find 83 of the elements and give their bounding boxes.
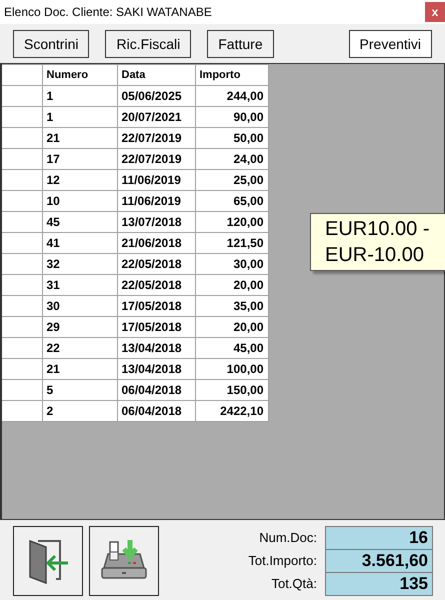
cash-register-button[interactable] (89, 526, 159, 596)
table-cell: 12 (42, 170, 117, 190)
column-header: Numero (42, 64, 117, 86)
table-cell: 22 (42, 338, 117, 358)
document-type-button[interactable]: Scontrini (13, 30, 90, 58)
total-value-field: 16 (325, 526, 433, 550)
table-cell: 1 (42, 86, 117, 106)
table-cell: 29 (42, 316, 117, 338)
table-cell: 90,00 (195, 106, 268, 128)
table-cell: 30,00 (195, 254, 268, 274)
row-header-cell[interactable] (2, 296, 42, 316)
table-cell: 13/04/2018 (117, 338, 195, 358)
table-cell: 45 (42, 212, 117, 232)
table-cell: 22/05/2018 (117, 274, 195, 296)
table-cell: 20,00 (195, 316, 268, 338)
column-header: Data (117, 64, 195, 86)
row-header-cell[interactable] (2, 316, 42, 338)
table-cell: 32 (42, 254, 117, 274)
document-type-button[interactable]: Ric.Fiscali (105, 30, 192, 58)
table-cell: 06/04/2018 (117, 380, 195, 400)
row-header-cell[interactable] (2, 380, 42, 400)
table-cell: 05/06/2025 (117, 86, 195, 106)
table-cell: 2422,10 (195, 400, 268, 422)
table-cell: 11/06/2019 (117, 170, 195, 190)
table-cell: 22/07/2019 (117, 128, 195, 148)
close-button[interactable]: x (425, 2, 445, 22)
row-header-cell[interactable] (2, 400, 42, 422)
table-cell: 10 (42, 190, 117, 212)
exit-button[interactable] (13, 526, 83, 596)
row-header-cell[interactable] (2, 170, 42, 190)
row-header-cell[interactable] (2, 128, 42, 148)
row-header-cell[interactable] (2, 190, 42, 212)
table-cell: 150,00 (195, 380, 268, 400)
table-cell: 25,00 (195, 170, 268, 190)
tooltip-text: EUR-10.00 (325, 243, 425, 268)
table-cell: 17 (42, 148, 117, 170)
table-cell: 65,00 (195, 190, 268, 212)
table-cell: 5 (42, 380, 117, 400)
table-cell: 1 (42, 106, 117, 128)
tooltip-text: EUR10.00 - (325, 217, 430, 242)
total-label: Tot.Qtà: (270, 576, 317, 591)
total-value-field: 135 (325, 572, 433, 596)
row-header-cell[interactable] (2, 106, 42, 128)
table-cell: 100,00 (195, 358, 268, 380)
table-cell: 35,00 (195, 296, 268, 316)
table-cell: 21/06/2018 (117, 232, 195, 254)
table-cell: 22/07/2019 (117, 148, 195, 170)
table-cell: 24,00 (195, 148, 268, 170)
total-label: Num.Doc: (258, 530, 317, 545)
table-cell: 20/07/2021 (117, 106, 195, 128)
table-cell: 45,00 (195, 338, 268, 358)
row-header-cell[interactable] (2, 358, 42, 380)
table-cell: 30 (42, 296, 117, 316)
window-title: Elenco Doc. Cliente: SAKI WATANABE (3, 5, 212, 19)
table-cell: 2 (42, 400, 117, 422)
row-header-cell[interactable] (2, 148, 42, 170)
table-cell: 11/06/2019 (117, 190, 195, 212)
table-cell: 121,50 (195, 232, 268, 254)
column-header: Importo (195, 64, 268, 86)
row-header-cell[interactable] (2, 254, 42, 274)
table-cell: 20,00 (195, 274, 268, 296)
row-header-cell[interactable] (2, 232, 42, 254)
row-header-cell[interactable] (2, 274, 42, 296)
row-header-cell[interactable] (2, 86, 42, 106)
table-cell: 21 (42, 358, 117, 380)
table-cell: 22/05/2018 (117, 254, 195, 274)
table-cell: 31 (42, 274, 117, 296)
document-type-button[interactable]: Fatture (207, 30, 274, 58)
table-cell: 13/07/2018 (117, 212, 195, 232)
table-cell: 17/05/2018 (117, 296, 195, 316)
table-cell: 21 (42, 128, 117, 148)
table-cell: 17/05/2018 (117, 316, 195, 338)
row-header-cell[interactable] (2, 338, 42, 358)
document-type-button[interactable]: Preventivi (348, 30, 432, 58)
row-header-cell[interactable] (2, 212, 42, 232)
table-cell: 06/04/2018 (117, 400, 195, 422)
table-cell: 41 (42, 232, 117, 254)
table-cell: 13/04/2018 (117, 358, 195, 380)
total-label: Tot.Importo: (248, 553, 317, 568)
table-cell: 50,00 (195, 128, 268, 148)
table-cell: 244,00 (195, 86, 268, 106)
table-cell: 120,00 (195, 212, 268, 232)
total-value-field: 3.561,60 (325, 549, 433, 573)
